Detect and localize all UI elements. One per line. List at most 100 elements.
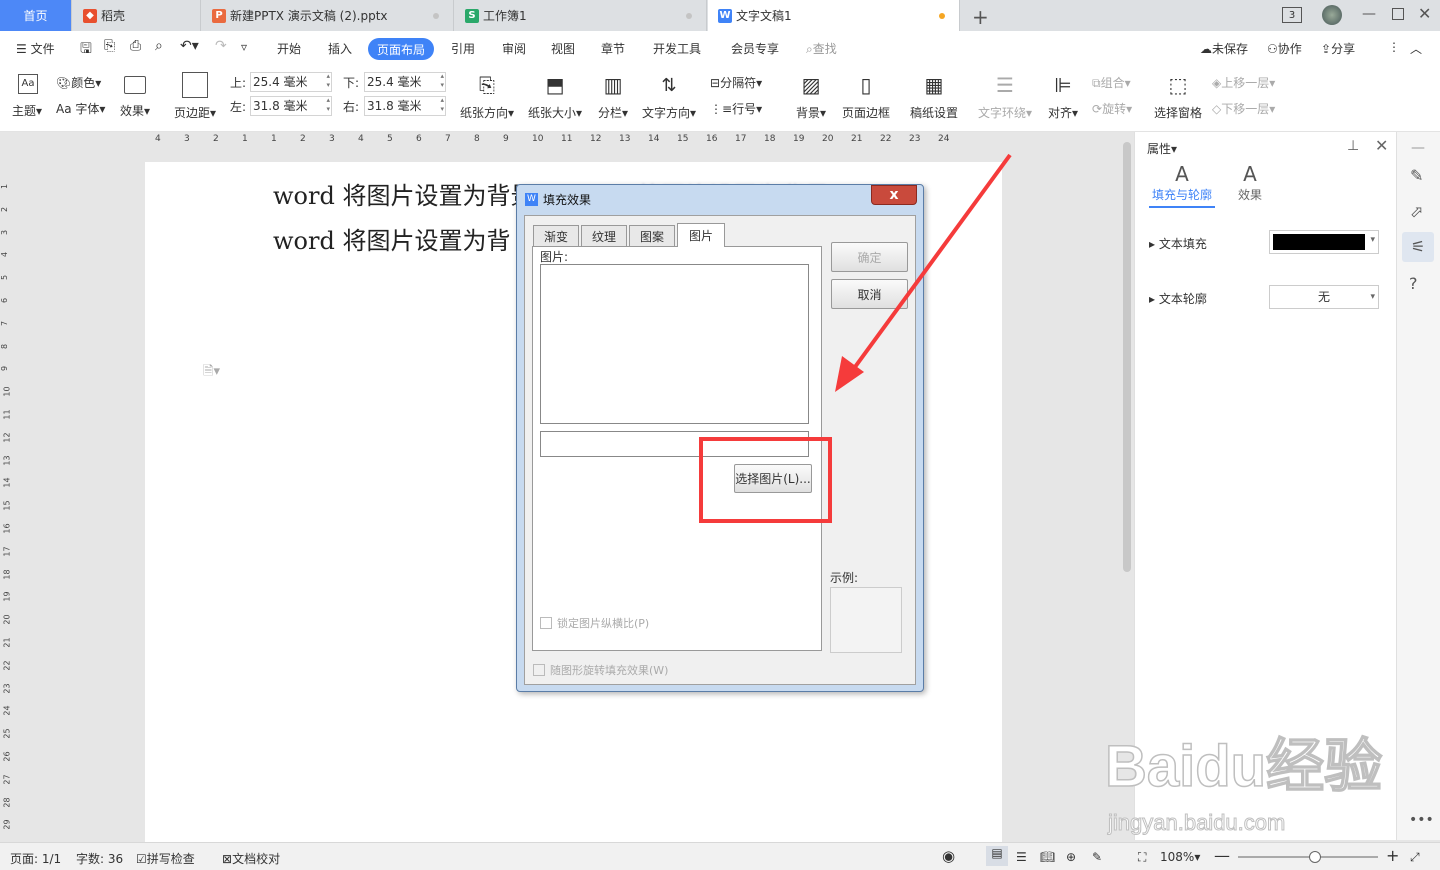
line-numbers-button[interactable]: ⋮≡行号▾ [710, 100, 762, 117]
tab-pptx[interactable]: P 新建PPTX 演示文稿 (2).pptx [202, 0, 454, 31]
redo-icon[interactable]: ↷ [215, 38, 227, 54]
page-indicator[interactable]: 页面: 1/1 [10, 850, 61, 867]
close-icon[interactable]: ✕ [1375, 136, 1388, 155]
wrap-button[interactable]: ☰ 文字环绕▾ [978, 72, 1032, 121]
print-icon[interactable]: ⎙ [130, 38, 141, 54]
page-border-button[interactable]: ▯ 页面边框 [842, 72, 890, 121]
left-margin-input[interactable]: 31.8 毫米 [250, 96, 332, 116]
proofread-button[interactable]: ⊠文档校对 [222, 850, 280, 867]
text-outline-row[interactable]: ▸ 文本轮廓 [1149, 290, 1207, 307]
menu-view[interactable]: 视图 [551, 40, 575, 57]
more-icon[interactable]: ••• [1409, 812, 1434, 828]
pin-icon[interactable]: ⊥ [1347, 138, 1359, 154]
tab-document[interactable]: W 文字文稿1 [708, 0, 960, 31]
manuscript-button[interactable]: ▦ 稿纸设置 [910, 72, 958, 121]
doc-line-2[interactable]: word 将图片设置为背 [273, 221, 510, 256]
font-button[interactable]: Aa 字体▾ [56, 100, 105, 117]
breaks-button[interactable]: ⊟分隔符▾ [710, 74, 762, 91]
close-icon[interactable]: ✕ [1418, 4, 1431, 23]
tab-fill-outline[interactable]: A 填充与轮廓 [1149, 162, 1215, 208]
tab-picture[interactable]: 图片 [677, 223, 725, 247]
new-tab-plus-icon[interactable]: + [972, 5, 989, 29]
send-backward-button[interactable]: ◇下移一层▾ [1212, 100, 1275, 117]
panel-title[interactable]: 属性▾ [1147, 140, 1177, 157]
align-button[interactable]: ⊫ 对齐▾ [1048, 72, 1078, 121]
zoom-slider-thumb[interactable] [1309, 851, 1321, 863]
top-margin-input[interactable]: 25.4 毫米 [250, 72, 332, 92]
bring-forward-button[interactable]: ◈上移一层▾ [1212, 74, 1275, 91]
restore-icon[interactable] [1392, 8, 1404, 20]
web-view-icon[interactable]: ⊕ [1066, 850, 1076, 864]
paper-size-button[interactable]: ⬒ 纸张大小▾ [528, 72, 582, 121]
share-button[interactable]: ⇪分享 [1321, 40, 1355, 57]
zoom-in-icon[interactable]: + [1386, 846, 1399, 865]
minimize-icon[interactable]: — [1362, 6, 1376, 22]
menu-references[interactable]: 引用 [451, 40, 475, 57]
theme-icon[interactable]: Aa [18, 74, 38, 94]
text-fill-dropdown[interactable]: ▾ [1269, 230, 1379, 254]
selection-pane-button[interactable]: ⬚ 选择窗格 [1154, 72, 1202, 121]
fit-page-icon[interactable]: ⛶ [1138, 850, 1146, 865]
search-box[interactable]: ⌕查找 [806, 40, 837, 57]
word-count[interactable]: 字数: 36 [76, 850, 123, 867]
help-icon[interactable]: ? [1409, 274, 1418, 293]
select-icon[interactable]: ⬀ [1410, 202, 1423, 221]
menu-start[interactable]: 开始 [277, 40, 301, 57]
tab-pattern[interactable]: 图案 [629, 225, 675, 247]
columns-button[interactable]: ▥ 分栏▾ [598, 72, 628, 121]
right-margin-input[interactable]: 31.8 毫米 [364, 96, 446, 116]
orientation-button[interactable]: ⎘ 纸张方向▾ [460, 72, 514, 121]
tab-effect[interactable]: A 效果 [1233, 162, 1267, 203]
bottom-margin-input[interactable]: 25.4 毫米 [364, 72, 446, 92]
menu-insert[interactable]: 插入 [328, 40, 352, 57]
collab-button[interactable]: ⚇协作 [1267, 40, 1302, 57]
menu-developer[interactable]: 开发工具 [653, 40, 701, 57]
page-view-icon[interactable]: ▤ [986, 846, 1008, 866]
collapse-ribbon-icon[interactable]: ︿ [1410, 40, 1422, 57]
eye-protection-icon[interactable]: ◉ [942, 847, 955, 865]
tab-texture[interactable]: 纹理 [581, 225, 627, 247]
text-direction-button[interactable]: ⇅ 文字方向▾ [642, 72, 696, 121]
tab-docer[interactable]: ◆ 稻壳 [73, 0, 201, 31]
collapse-icon[interactable]: — [1411, 140, 1425, 156]
group-button[interactable]: ⧉组合▾ [1092, 74, 1131, 91]
margins-button[interactable]: 页边距▾ [174, 72, 216, 121]
file-menu[interactable]: ☰ 文件 [16, 40, 55, 57]
window-count-icon[interactable]: 3 [1282, 7, 1302, 23]
spell-check-button[interactable]: ☑拼写检查 [136, 850, 195, 867]
edit-icon[interactable]: ✎ [1410, 166, 1423, 185]
customize-icon[interactable]: ▿ [241, 40, 247, 54]
zoom-out-icon[interactable]: — [1214, 846, 1230, 865]
tab-gradient[interactable]: 渐变 [533, 225, 579, 247]
unsaved-button[interactable]: ☁未保存 [1200, 40, 1248, 57]
save-icon[interactable]: 🖫 [80, 38, 92, 62]
tab-sheet[interactable]: S 工作簿1 [455, 0, 707, 31]
avatar[interactable] [1322, 5, 1342, 25]
properties-icon[interactable]: ⚟ [1402, 232, 1434, 262]
background-button[interactable]: ▨ 背景▾ [796, 72, 826, 121]
rotate-fill-checkbox[interactable]: 随图形旋转填充效果(W) [533, 662, 668, 678]
effect-icon[interactable] [124, 76, 146, 94]
fullscreen-icon[interactable]: ⤢ [1410, 850, 1420, 865]
format-painter-icon[interactable]: ⎘ [104, 38, 115, 54]
text-outline-dropdown[interactable]: 无 ▾ [1269, 285, 1379, 309]
doc-line-1[interactable]: word 将图片设置为背景 [273, 176, 534, 211]
horizontal-ruler[interactable]: 4 3 2 1 1 2 3 4 5 6 7 8 9 10 11 12 13 14 15 16 17 18 19 20 21 22 2… [0, 132, 1120, 150]
lock-ratio-checkbox[interactable]: 锁定图片纵横比(P) [540, 615, 649, 631]
outline-view-icon[interactable]: ☰ [1016, 850, 1027, 864]
tab-home[interactable]: 首页 [0, 0, 72, 31]
menu-review[interactable]: 审阅 [502, 40, 526, 57]
paste-options-icon[interactable]: 🗎▾ [203, 362, 220, 384]
color-button[interactable]: 🎨︎颜色▾ [56, 74, 101, 91]
undo-icon[interactable]: ↶▾ [180, 38, 199, 54]
text-fill-row[interactable]: ▸ 文本填充 [1149, 235, 1207, 252]
zoom-dropdown[interactable]: 108%▾ [1160, 850, 1200, 864]
menu-chapter[interactable]: 章节 [601, 40, 625, 57]
menu-page-layout[interactable]: 页面布局 [368, 38, 434, 60]
effect-button[interactable]: 效果▾ [120, 102, 150, 119]
reading-view-icon[interactable]: 📖︎ [1040, 850, 1055, 864]
vertical-ruler[interactable]: 1 2 3 4 5 6 7 8 9 10 11 12 13 14 15 16 17 18 19 20 21 22 23 24 2… [0, 150, 14, 840]
more-icon[interactable]: ⋮ [1388, 40, 1400, 54]
theme-button[interactable]: 主题▾ [12, 102, 42, 119]
write-view-icon[interactable]: ✎ [1092, 850, 1102, 864]
